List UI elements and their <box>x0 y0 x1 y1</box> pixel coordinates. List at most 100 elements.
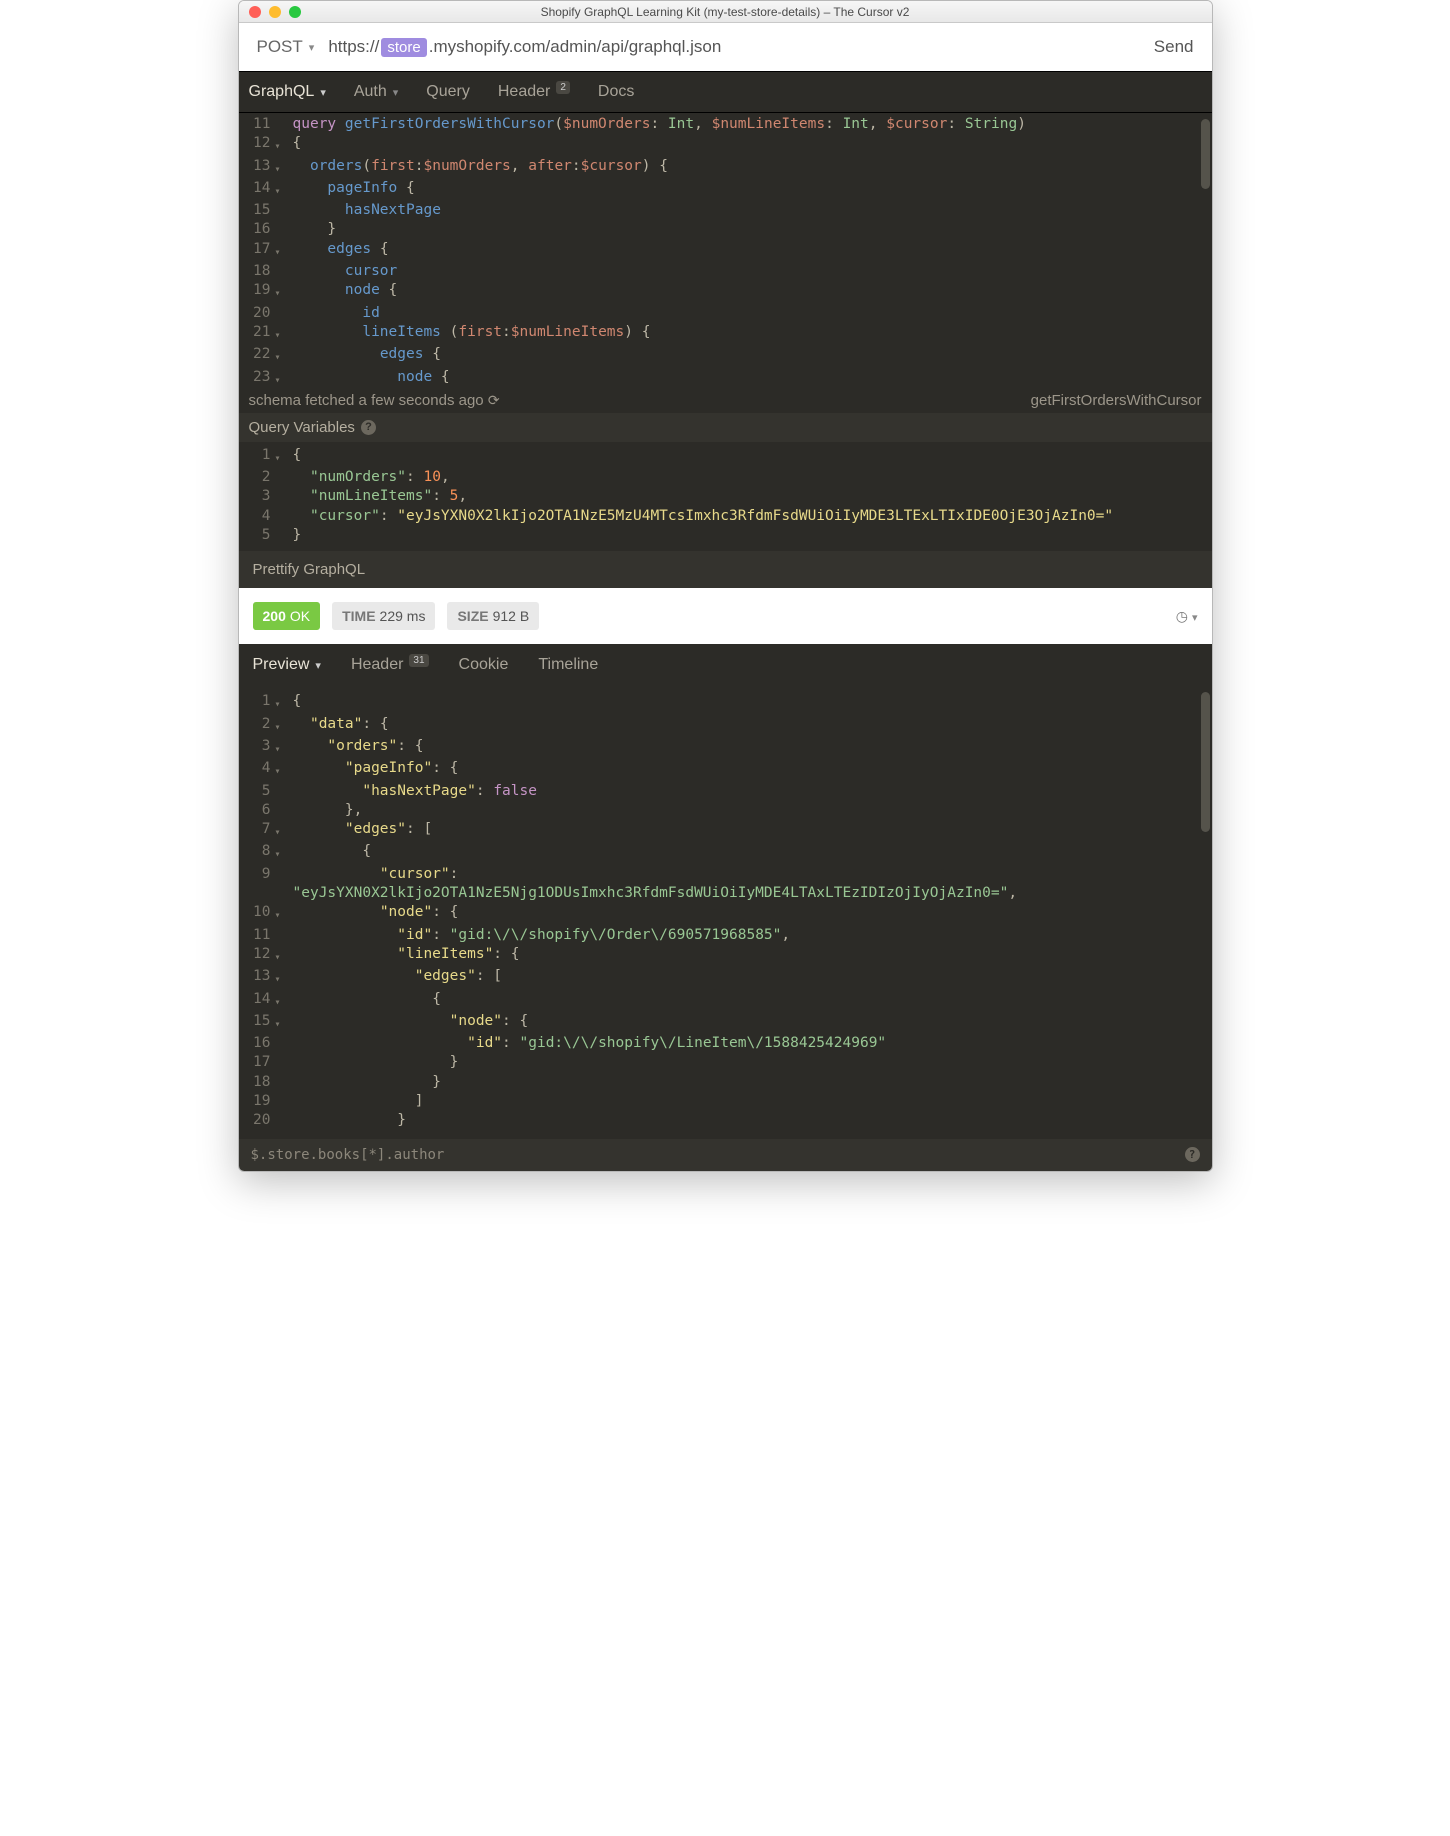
line-number <box>245 884 275 903</box>
fold-icon[interactable]: ▾ <box>275 446 289 468</box>
fold-icon[interactable]: ▾ <box>275 967 289 989</box>
titlebar: Shopify GraphQL Learning Kit (my-test-st… <box>239 1 1212 23</box>
tab-timeline[interactable]: Timeline <box>538 656 598 674</box>
fold-icon <box>275 304 289 323</box>
url-input[interactable]: https:// store .myshopify.com/admin/api/… <box>328 37 1139 57</box>
tab-header-label: Header <box>498 83 550 101</box>
code-content: "eyJsYXN0X2lkIjo2OTA1NzE5Njg1ODUsImxhc3R… <box>289 884 1018 903</box>
graphql-query-editor[interactable]: 11query getFirstOrdersWithCursor($numOrd… <box>239 113 1212 390</box>
code-line: 18 } <box>245 1073 1212 1092</box>
code-line: 13▾ "edges": [ <box>245 967 1212 989</box>
code-content: hasNextPage <box>289 201 441 220</box>
tab-auth[interactable]: Auth <box>354 83 398 101</box>
schema-status-text: schema fetched a few seconds ago <box>249 392 484 409</box>
query-variables-header[interactable]: Query Variables ? <box>239 413 1212 442</box>
zoom-icon[interactable] <box>289 6 301 18</box>
fold-icon[interactable]: ▾ <box>275 759 289 781</box>
status-badge: 200 OK <box>253 602 321 630</box>
schema-status-bar: schema fetched a few seconds ago ⟳ getFi… <box>239 390 1212 413</box>
code-line: 20 } <box>245 1111 1212 1130</box>
fold-icon[interactable]: ▾ <box>275 323 289 345</box>
fold-icon <box>275 1073 289 1092</box>
fold-icon[interactable]: ▾ <box>275 345 289 367</box>
fold-icon[interactable]: ▾ <box>275 737 289 759</box>
fold-icon[interactable]: ▾ <box>275 1012 289 1034</box>
send-button[interactable]: Send <box>1154 37 1194 57</box>
tab-preview-label: Preview <box>253 656 310 674</box>
chevron-down-icon <box>320 83 326 101</box>
prettify-button[interactable]: Prettify GraphQL <box>239 551 1212 588</box>
tab-docs[interactable]: Docs <box>598 83 634 101</box>
chevron-down-icon <box>393 83 399 101</box>
refresh-icon[interactable]: ⟳ <box>488 392 500 408</box>
tab-preview[interactable]: Preview <box>253 656 321 674</box>
fold-icon <box>275 801 289 820</box>
url-prefix: https:// <box>328 37 379 57</box>
line-number: 10 <box>245 903 275 925</box>
code-line: 22▾ edges { <box>245 345 1212 367</box>
code-line: 15▾ "node": { <box>245 1012 1212 1034</box>
line-number: 20 <box>245 1111 275 1130</box>
code-line: 13▾ orders(first:$numOrders, after:$curs… <box>245 157 1212 179</box>
code-content: ] <box>289 1092 424 1111</box>
fold-icon[interactable]: ▾ <box>275 240 289 262</box>
fold-icon <box>275 926 289 945</box>
code-content: } <box>289 220 337 239</box>
line-number: 17 <box>245 1053 275 1072</box>
fold-icon[interactable]: ▾ <box>275 157 289 179</box>
code-content: lineItems (first:$numLineItems) { <box>289 323 651 345</box>
response-body-viewer[interactable]: 1▾{2▾ "data": {3▾ "orders": {4▾ "pageInf… <box>239 686 1212 1138</box>
line-number: 19 <box>245 281 275 303</box>
help-icon[interactable]: ? <box>1185 1147 1200 1162</box>
line-number: 18 <box>245 262 275 281</box>
code-line: 19 ] <box>245 1092 1212 1111</box>
fold-icon[interactable]: ▾ <box>275 715 289 737</box>
code-line: 3▾ "orders": { <box>245 737 1212 759</box>
minimize-icon[interactable] <box>269 6 281 18</box>
method-dropdown[interactable]: POST <box>257 37 315 57</box>
code-content: "numOrders": 10, <box>289 468 450 487</box>
code-content: "edges": [ <box>289 967 503 989</box>
line-number: 15 <box>245 1012 275 1034</box>
tab-header[interactable]: Header 2 <box>498 83 570 101</box>
fold-icon <box>275 1034 289 1053</box>
fold-icon[interactable]: ▾ <box>275 134 289 156</box>
jsonpath-input[interactable]: $.store.books[*].author <box>251 1147 445 1163</box>
tab-response-header[interactable]: Header 31 <box>351 656 429 674</box>
line-number: 3 <box>245 737 275 759</box>
scrollbar[interactable] <box>1201 119 1210 189</box>
tab-cookie[interactable]: Cookie <box>459 656 509 674</box>
close-icon[interactable] <box>249 6 261 18</box>
fold-icon[interactable]: ▾ <box>275 903 289 925</box>
fold-icon[interactable]: ▾ <box>275 990 289 1012</box>
fold-icon <box>275 1111 289 1130</box>
code-line: 1▾{ <box>245 446 1212 468</box>
code-line: 2 "numOrders": 10, <box>245 468 1212 487</box>
url-variable-chip[interactable]: store <box>381 38 426 57</box>
tab-graphql[interactable]: GraphQL <box>249 83 326 101</box>
code-content: pageInfo { <box>289 179 415 201</box>
fold-icon[interactable]: ▾ <box>275 179 289 201</box>
fold-icon[interactable]: ▾ <box>275 368 289 390</box>
traffic-lights <box>239 6 301 18</box>
line-number: 9 <box>245 865 275 884</box>
help-icon[interactable]: ? <box>361 420 376 435</box>
fold-icon[interactable]: ▾ <box>275 820 289 842</box>
fold-icon[interactable]: ▾ <box>275 692 289 714</box>
code-content: "orders": { <box>289 737 424 759</box>
scrollbar[interactable] <box>1201 692 1210 832</box>
fold-icon[interactable]: ▾ <box>275 281 289 303</box>
time-label: TIME <box>342 608 375 624</box>
code-content: } <box>289 1053 459 1072</box>
size-value: 912 B <box>493 608 530 624</box>
code-content: } <box>289 1073 441 1092</box>
code-content: "lineItems": { <box>289 945 520 967</box>
line-number: 12 <box>245 945 275 967</box>
tab-query[interactable]: Query <box>426 83 470 101</box>
status-text: OK <box>290 608 310 624</box>
history-dropdown[interactable]: ◷ <box>1176 608 1198 625</box>
fold-icon[interactable]: ▾ <box>275 842 289 864</box>
tab-auth-label: Auth <box>354 83 387 101</box>
fold-icon[interactable]: ▾ <box>275 945 289 967</box>
query-variables-editor[interactable]: 1▾{2 "numOrders": 10,3 "numLineItems": 5… <box>239 442 1212 551</box>
